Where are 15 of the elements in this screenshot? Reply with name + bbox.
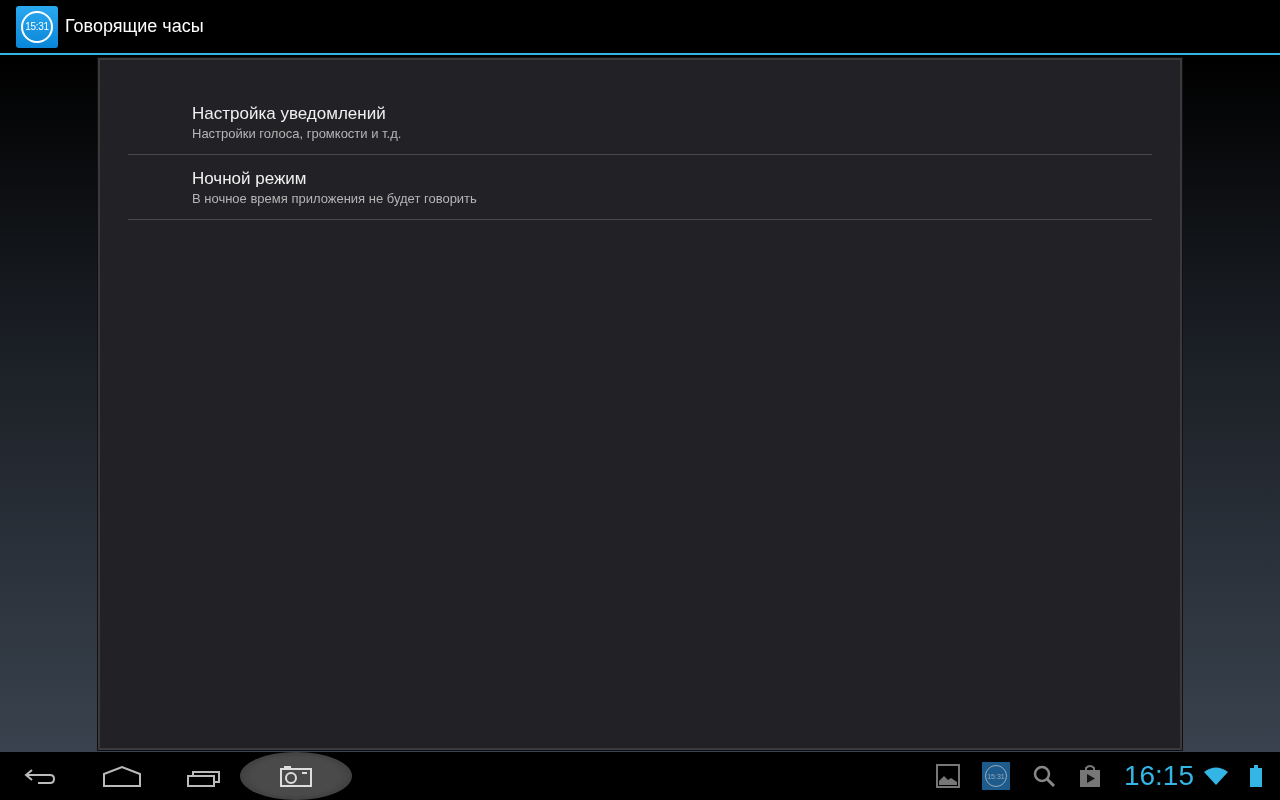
preference-title: Настройка уведомлений	[192, 102, 387, 125]
status-clock: 16:15	[1123, 760, 1194, 792]
preference-item[interactable]: Настройка уведомлений Настройки голоса, громкости и т.д.	[128, 90, 1152, 155]
app-title: Говорящие часы	[65, 16, 204, 37]
wifi-icon	[1204, 766, 1228, 786]
camera-icon	[280, 765, 312, 787]
preference-summary: В ночное время приложения не будет говорить	[192, 189, 478, 207]
home-icon[interactable]	[102, 764, 142, 788]
preference-summary: Настройки голоса, громкости и т.д.	[192, 124, 403, 142]
preference-title: Ночной режим	[192, 167, 308, 190]
picture-icon[interactable]	[935, 764, 960, 788]
preference-item[interactable]: Ночной режим В ночное время приложения не будет говорить	[128, 155, 1152, 220]
battery-icon	[1250, 765, 1262, 787]
shopping-bag-icon[interactable]	[1077, 764, 1102, 788]
search-icon[interactable]	[1031, 764, 1056, 788]
